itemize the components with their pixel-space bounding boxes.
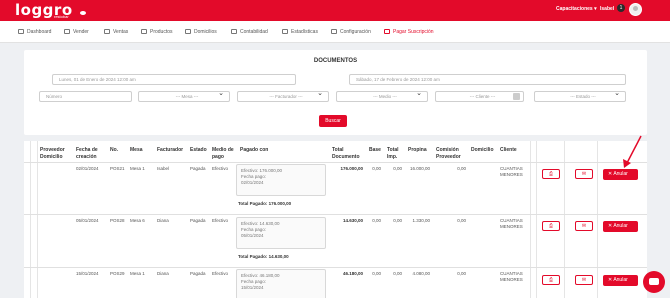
annotation-arrow [623,135,642,168]
chat-bubble-icon[interactable] [643,271,665,293]
